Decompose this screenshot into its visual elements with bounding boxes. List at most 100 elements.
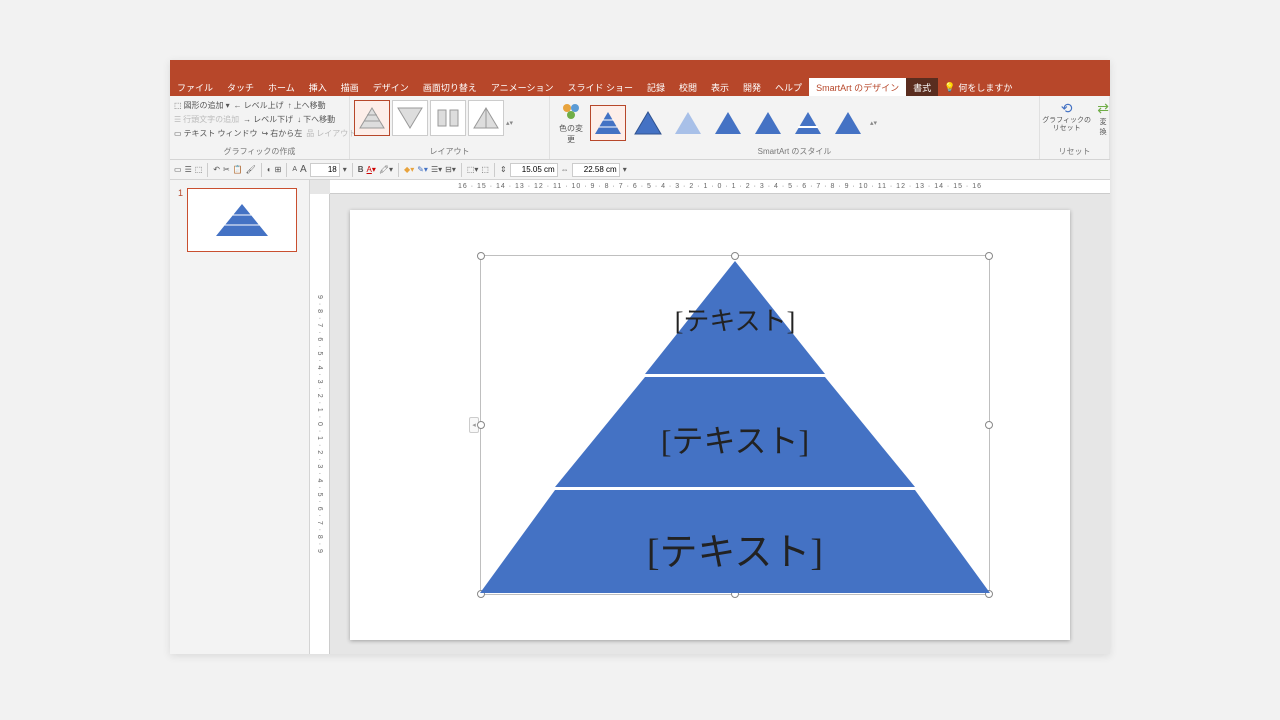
style-option-2[interactable]	[630, 105, 666, 141]
resize-handle[interactable]	[985, 252, 993, 260]
qat-icon[interactable]: ⬚	[481, 165, 489, 174]
group-label-layout: レイアウト	[350, 145, 549, 159]
font-increase-icon[interactable]: A	[300, 164, 307, 175]
tab-help[interactable]: ヘルプ	[768, 78, 809, 96]
style-option-5[interactable]	[750, 105, 786, 141]
tab-record[interactable]: 記録	[640, 78, 672, 96]
qat-icon[interactable]: ☰	[185, 165, 192, 174]
tab-home[interactable]: ホーム	[261, 78, 302, 96]
resize-handle[interactable]	[731, 252, 739, 260]
canvas-area: 16 · 15 · 14 · 13 · 12 · 11 · 10 · 9 · 8…	[310, 180, 1110, 654]
quick-toolbar: ▭ ☰ ⬚ ↶ ✂ 📋 🖌 ◐ ⊞ A A ▾ B A▾ 🖍▾ ◆▾ ✎▾ ☰▾…	[170, 160, 1110, 180]
slide-thumbnails: 1	[170, 180, 310, 654]
font-color-icon[interactable]: A▾	[367, 165, 376, 174]
style-option-6[interactable]	[790, 105, 826, 141]
layout-option-1[interactable]	[354, 100, 390, 136]
layout-button: 品 レイアウト	[306, 128, 356, 139]
tab-developer[interactable]: 開発	[736, 78, 768, 96]
qat-icon[interactable]: ⬚	[195, 165, 203, 174]
tab-transitions[interactable]: 画面切り替え	[416, 78, 484, 96]
level-down-button[interactable]: → レベル下げ	[243, 114, 293, 125]
change-colors-button[interactable]: 色の変更	[556, 101, 586, 145]
tab-insert[interactable]: 挿入	[302, 78, 334, 96]
resize-handle[interactable]	[477, 252, 485, 260]
text-pane-button[interactable]: ▭ テキスト ウィンドウ	[174, 128, 258, 139]
group-styles: 色の変更 ▴▾ SmartArt のスタイル	[550, 96, 1040, 159]
thumb-number: 1	[178, 188, 183, 252]
lightbulb-icon: 💡	[944, 82, 955, 93]
tab-design[interactable]: デザイン	[366, 78, 416, 96]
qat-icon[interactable]: ▾	[343, 165, 347, 174]
horizontal-ruler: 16 · 15 · 14 · 13 · 12 · 11 · 10 · 9 · 8…	[330, 180, 1110, 194]
qat-icon[interactable]: ⬚▾	[467, 165, 479, 174]
style-option-3[interactable]	[670, 105, 706, 141]
pyramid-level-3-text[interactable]: [テキスト]	[480, 521, 990, 576]
font-size-input[interactable]	[310, 163, 340, 177]
font-decrease-icon[interactable]: A	[292, 166, 297, 173]
align-icon[interactable]: ☰▾	[431, 165, 442, 174]
reset-graphic-button[interactable]: ⟲ グラフィックのリセット	[1040, 100, 1093, 137]
add-shape-button[interactable]: ⬚ 図形の追加 ▾	[174, 100, 230, 111]
highlight-icon[interactable]: 🖍▾	[379, 165, 393, 174]
smartart-selection[interactable]: ◂ [テキスト]	[480, 255, 990, 595]
qat-icon[interactable]: ▭	[174, 165, 182, 174]
move-up-button[interactable]: ↑ 上へ移動	[288, 100, 326, 111]
qat-icon[interactable]: 📋	[233, 165, 243, 174]
tab-smartart-design[interactable]: SmartArt のデザイン	[809, 78, 906, 96]
rtl-button[interactable]: ↪ 右から左	[262, 128, 303, 139]
convert-button[interactable]: ⇄ 変換	[1097, 100, 1109, 137]
qat-icon[interactable]: 🖌	[246, 165, 256, 174]
layout-option-4[interactable]	[468, 100, 504, 136]
group-layouts: ▴▾ レイアウト	[350, 96, 550, 159]
layout-option-3[interactable]	[430, 100, 466, 136]
tab-format[interactable]: 書式	[906, 78, 938, 96]
shape-outline-icon[interactable]: ✎▾	[417, 165, 428, 174]
qat-more-icon[interactable]: ▾	[623, 165, 627, 174]
pyramid-level-2-text[interactable]: [テキスト]	[480, 416, 990, 462]
qat-icon[interactable]: ◐	[267, 165, 272, 174]
qat-icon[interactable]: ✂	[223, 165, 230, 174]
slide-canvas[interactable]: ◂ [テキスト]	[350, 210, 1070, 640]
group-create-graphic: ⬚ 図形の追加 ▾ ← レベル上げ ↑ 上へ移動 ☰ 行頭文字の追加 → レベル…	[170, 96, 350, 159]
bold-icon[interactable]: B	[358, 165, 364, 174]
move-down-button[interactable]: ↓ 下へ移動	[297, 114, 335, 125]
height-input[interactable]	[510, 163, 558, 177]
height-icon: ⇕	[500, 165, 507, 174]
qat-icon[interactable]: ↶	[213, 165, 220, 174]
workspace: 1 16 · 15 · 14 · 13 · 12 · 11 · 10 · 9 ·…	[170, 180, 1110, 654]
qat-icon[interactable]: ⊞	[275, 165, 282, 174]
tab-animations[interactable]: アニメーション	[484, 78, 561, 96]
layout-more-button[interactable]: ▴▾	[506, 100, 516, 145]
tell-me[interactable]: 💡 何をしますか	[938, 78, 1018, 96]
styles-more-button[interactable]: ▴▾	[870, 119, 880, 127]
group-reset: ⟲ グラフィックのリセット ⇄ 変換 リセット	[1040, 96, 1110, 159]
titlebar	[170, 60, 1110, 78]
width-icon: ⇔	[561, 165, 569, 174]
pyramid-level-1-text[interactable]: [テキスト]	[480, 301, 990, 338]
tab-file[interactable]: ファイル	[170, 78, 220, 96]
tab-draw[interactable]: 描画	[334, 78, 366, 96]
style-option-4[interactable]	[710, 105, 746, 141]
layout-option-2[interactable]	[392, 100, 428, 136]
style-option-7[interactable]	[830, 105, 866, 141]
app-window: ファイル タッチ ホーム 挿入 描画 デザイン 画面切り替え アニメーション ス…	[170, 60, 1110, 654]
shape-fill-icon[interactable]: ◆▾	[404, 165, 414, 174]
group-label-create: グラフィックの作成	[174, 145, 345, 159]
ribbon-tabs: ファイル タッチ ホーム 挿入 描画 デザイン 画面切り替え アニメーション ス…	[170, 78, 1110, 96]
slide-thumbnail-1[interactable]	[187, 188, 297, 252]
tab-view[interactable]: 表示	[704, 78, 736, 96]
width-input[interactable]	[572, 163, 620, 177]
tab-slideshow[interactable]: スライド ショー	[560, 78, 640, 96]
tell-me-label: 何をしますか	[958, 81, 1012, 94]
tab-touch[interactable]: タッチ	[220, 78, 261, 96]
qat-icon[interactable]: ⊟▾	[445, 165, 456, 174]
vertical-ruler: 9 · 8 · 7 · 6 · 5 · 4 · 3 · 2 · 1 · 0 · …	[310, 194, 330, 654]
add-bullet-button: ☰ 行頭文字の追加	[174, 114, 239, 125]
pyramid-smartart[interactable]: [テキスト] [テキスト] [テキスト]	[480, 261, 990, 601]
tab-review[interactable]: 校閲	[672, 78, 704, 96]
ribbon: ⬚ 図形の追加 ▾ ← レベル上げ ↑ 上へ移動 ☰ 行頭文字の追加 → レベル…	[170, 96, 1110, 160]
style-option-1[interactable]	[590, 105, 626, 141]
group-label-reset: リセット	[1059, 145, 1091, 159]
group-label-styles: SmartArt のスタイル	[550, 145, 1039, 159]
level-up-button[interactable]: ← レベル上げ	[234, 100, 284, 111]
